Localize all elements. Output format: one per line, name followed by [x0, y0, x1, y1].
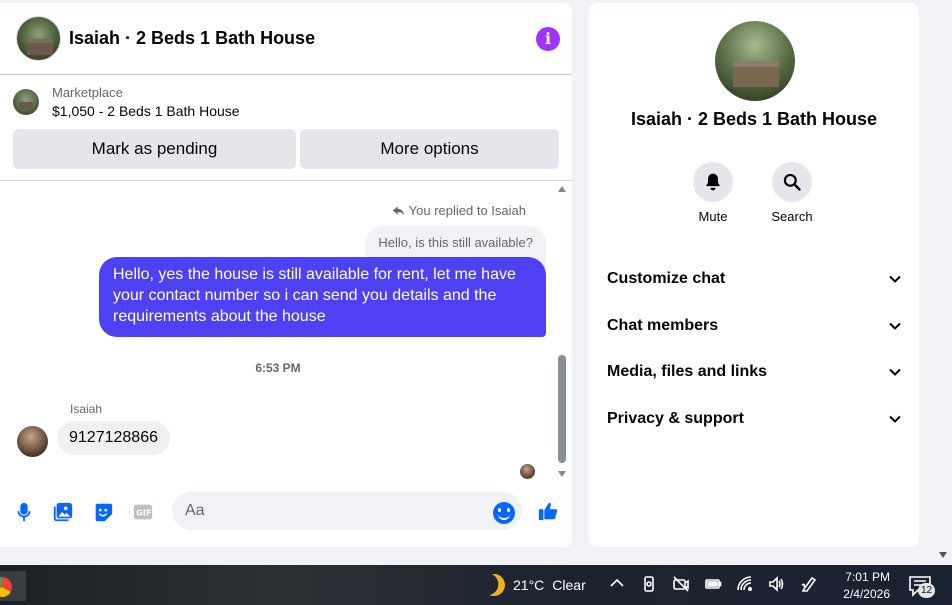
more-options-button[interactable]: More options	[300, 129, 559, 169]
listing-summary[interactable]: Marketplace $1,050 - 2 Beds 1 Bath House	[13, 85, 559, 119]
scroll-thumb[interactable]	[558, 355, 566, 463]
weather-widget[interactable]: 21°C Clear	[483, 574, 586, 596]
chevron-down-icon	[889, 369, 901, 377]
weather-temperature: 21°C	[513, 577, 545, 593]
pen-icon[interactable]	[800, 575, 818, 593]
menu-item-label: Chat members	[607, 316, 719, 334]
bell-icon	[706, 173, 720, 191]
moon-icon	[480, 571, 508, 599]
message-timestamp: 6:53 PM	[255, 361, 301, 375]
chrome-taskbar-icon[interactable]	[0, 571, 26, 601]
seen-receipt-avatar	[520, 464, 535, 479]
message-composer: GIF Aa	[0, 491, 572, 533]
thumbs-up-icon[interactable]	[536, 499, 560, 523]
photo-icon[interactable]	[51, 500, 75, 524]
chevron-down-icon	[889, 276, 901, 284]
svg-text:GIF: GIF	[136, 508, 151, 518]
listing-price-title: $1,050 - 2 Beds 1 Bath House	[52, 103, 240, 119]
contact-avatar[interactable]	[16, 16, 61, 61]
info-icon[interactable]: i	[536, 26, 560, 51]
scroll-down-arrow[interactable]	[558, 471, 566, 477]
reply-indicator-text: You replied to Isaiah	[408, 203, 526, 218]
clock-date: 2/4/2026	[843, 587, 890, 601]
camera-off-icon[interactable]	[672, 575, 690, 593]
sender-avatar[interactable]	[17, 426, 48, 457]
listing-thumbnail	[13, 89, 39, 115]
clock-time: 7:01 PM	[845, 570, 890, 584]
menu-item-chat-members[interactable]: Chat members	[607, 302, 902, 351]
chevron-up-icon[interactable]	[608, 575, 626, 593]
incoming-sender-name: Isaiah	[70, 402, 103, 416]
incoming-message[interactable]: 9127128866	[57, 421, 170, 455]
menu-item-privacy-support[interactable]: Privacy & support	[607, 395, 902, 444]
notification-count-badge: 12	[918, 583, 935, 598]
search-icon	[783, 173, 801, 191]
menu-item-customize-chat[interactable]: Customize chat	[607, 255, 902, 304]
weather-condition: Clear	[552, 577, 586, 593]
wifi-icon[interactable]	[736, 575, 754, 593]
menu-item-label: Customize chat	[607, 270, 726, 288]
taskbar-clock[interactable]: 7:01 PM 2/4/2026	[836, 569, 890, 603]
outgoing-message[interactable]: Hello, yes the house is still available …	[99, 257, 546, 337]
emoji-icon[interactable]	[493, 502, 515, 524]
menu-item-label: Privacy & support	[607, 409, 744, 427]
mute-label: Mute	[698, 209, 728, 224]
menu-item-media-files-links[interactable]: Media, files and links	[607, 348, 902, 397]
gif-icon[interactable]: GIF	[131, 500, 155, 524]
sticker-icon[interactable]	[91, 500, 115, 524]
message-thread: You replied to Isaiah Hello, is this sti…	[0, 183, 572, 481]
system-tray	[608, 575, 818, 593]
details-menu: Customize chat Chat members Media, files…	[607, 257, 902, 443]
microphone-icon[interactable]	[12, 500, 36, 524]
mark-as-pending-button[interactable]: Mark as pending	[13, 129, 296, 169]
scroll-up-arrow[interactable]	[558, 186, 566, 192]
reply-indicator: You replied to Isaiah	[392, 203, 526, 218]
phone-link-icon[interactable]	[640, 575, 658, 593]
chat-header: Isaiah · 2 Beds 1 Bath House i	[0, 3, 572, 75]
message-input[interactable]: Aa	[172, 492, 522, 530]
menu-item-label: Media, files and links	[607, 363, 768, 381]
marketplace-listing: Marketplace $1,050 - 2 Beds 1 Bath House…	[0, 75, 572, 181]
details-avatar[interactable]	[715, 21, 795, 101]
chat-title[interactable]: Isaiah · 2 Beds 1 Bath House	[69, 28, 536, 49]
listing-source-label: Marketplace	[52, 85, 123, 100]
mute-button[interactable]: Mute	[683, 162, 743, 224]
search-label: Search	[771, 209, 813, 224]
battery-icon[interactable]	[704, 575, 722, 593]
chevron-down-icon	[889, 415, 901, 423]
details-title: Isaiah · 2 Beds 1 Bath House	[630, 109, 878, 129]
search-button[interactable]: Search	[762, 162, 822, 224]
taskbar: 21°C Clear 7:01 PM 2/4/2026 12	[0, 565, 952, 605]
volume-icon[interactable]	[768, 575, 786, 593]
page-scroll-down-arrow[interactable]	[939, 552, 947, 558]
chevron-down-icon	[889, 322, 901, 330]
thread-scrollbar[interactable]	[556, 183, 568, 477]
conversation-details-panel: Isaiah · 2 Beds 1 Bath House Mute Search…	[589, 3, 919, 547]
reply-icon	[392, 206, 404, 216]
